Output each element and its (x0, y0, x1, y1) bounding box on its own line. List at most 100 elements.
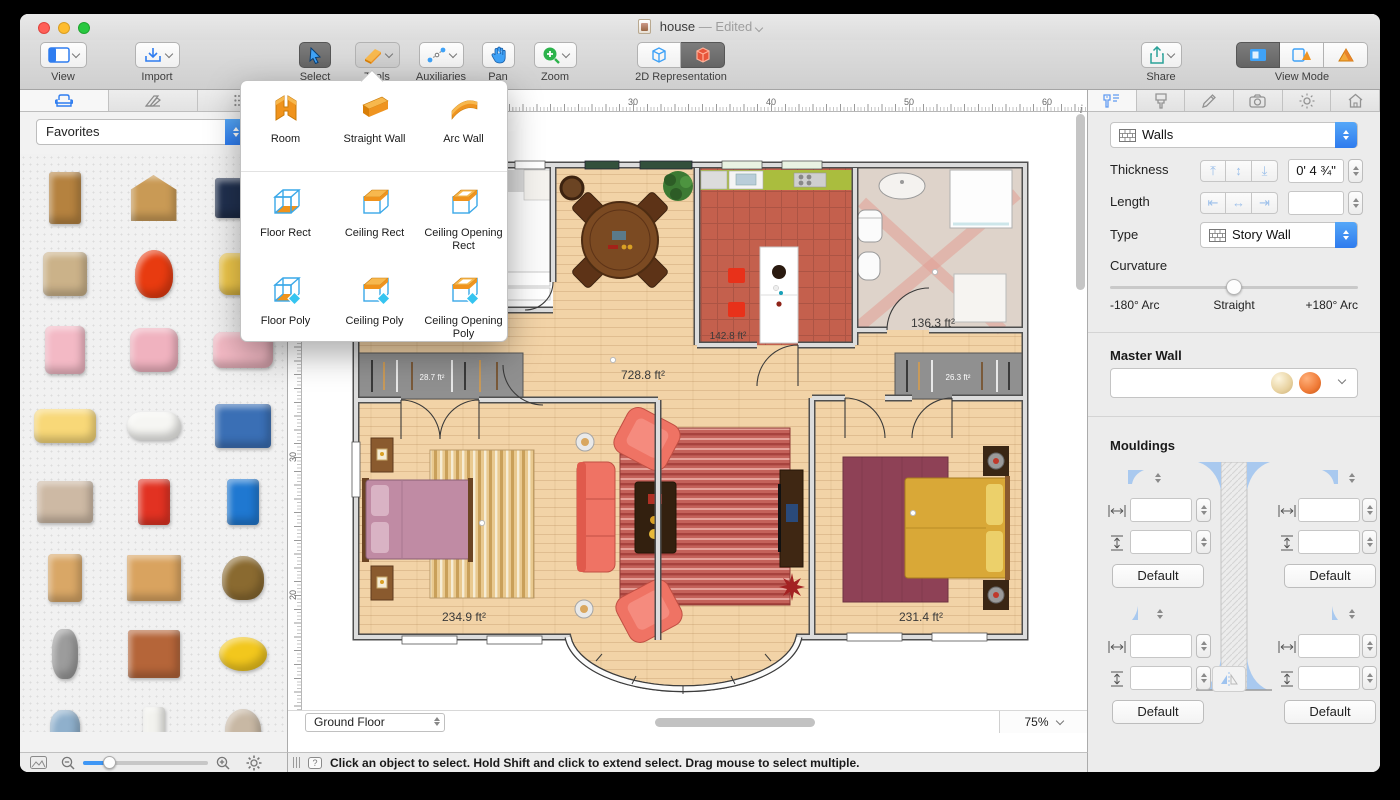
share-button[interactable] (1140, 42, 1182, 68)
library-item-chair-wood-pink[interactable] (20, 540, 109, 616)
tab-furniture[interactable] (20, 90, 109, 111)
mirror-moulding-button[interactable] (1212, 666, 1246, 692)
base-moulding-shape-left[interactable] (1130, 604, 1150, 622)
bar-stool[interactable] (728, 268, 745, 283)
gear-icon[interactable] (246, 755, 262, 771)
align-middle-button[interactable]: ↔ (1226, 192, 1252, 214)
drag-handle-icon[interactable] (293, 757, 300, 768)
base-moulding-shape-right[interactable] (1320, 604, 1340, 622)
representation-3d-button[interactable] (637, 42, 681, 68)
align-center-button[interactable]: ↕ (1226, 160, 1252, 182)
crown-right-width-stepper[interactable] (1362, 498, 1377, 522)
curvature-slider-thumb[interactable] (1226, 279, 1242, 295)
sofa[interactable] (576, 461, 616, 573)
wardrobe-right[interactable]: 26.3 ft² (894, 352, 1023, 400)
floor-lamp[interactable] (575, 432, 595, 452)
library-item-bonsai-tree[interactable] (198, 540, 287, 616)
tool-ceiling-poly[interactable]: Ceiling Poly (330, 273, 419, 328)
category-select[interactable]: Favorites (36, 119, 248, 145)
curvature-slider[interactable] (1110, 279, 1358, 295)
select-tool-button[interactable] (299, 42, 331, 68)
library-item-bed-double-gray[interactable] (20, 464, 109, 540)
bathroom-cabinet[interactable] (953, 273, 1007, 323)
plant[interactable] (663, 171, 693, 201)
base-right-height-field[interactable] (1298, 666, 1360, 690)
library-item-urn-blue[interactable] (20, 692, 109, 732)
align-left-button[interactable]: ⇤ (1200, 192, 1226, 214)
tool-room[interactable]: Room (241, 91, 330, 146)
planter[interactable] (559, 175, 585, 201)
crown-right-width-field[interactable] (1298, 498, 1360, 522)
base-left-height-stepper[interactable] (1196, 666, 1211, 690)
shower[interactable] (949, 169, 1013, 229)
tab-light[interactable] (1283, 90, 1332, 111)
crown-right-default-button[interactable]: Default (1284, 564, 1376, 588)
crown-left-height-stepper[interactable] (1196, 530, 1211, 554)
library-item-egg-chair[interactable] (109, 236, 198, 312)
library-item-chair-red[interactable] (109, 464, 198, 540)
library-item-shelving-unit[interactable] (109, 540, 198, 616)
library-item-fireplace[interactable] (109, 616, 198, 692)
viewmode-2d-button[interactable] (1236, 42, 1280, 68)
slider-thumb[interactable] (103, 755, 116, 769)
tool-ceiling-opening-poly[interactable]: Ceiling Opening Poly (419, 273, 508, 341)
crown-moulding-shape-right[interactable] (1320, 468, 1340, 486)
base-left-height-field[interactable] (1130, 666, 1192, 690)
library-item-vase-silver[interactable] (20, 616, 109, 692)
crown-right-height-stepper[interactable] (1362, 530, 1377, 554)
nightstand[interactable] (983, 580, 1009, 610)
tool-straight-wall[interactable]: Straight Wall (330, 91, 419, 146)
library-item-armchair-pink-metal[interactable] (20, 312, 109, 388)
tv-stand[interactable] (778, 469, 804, 568)
bed-left[interactable] (362, 478, 473, 562)
library-item-teapot-yellow[interactable] (198, 616, 287, 692)
length-align-buttons[interactable]: ⇤ ↔ ⇥ (1200, 192, 1278, 214)
zoom-level-select[interactable]: 75% (999, 711, 1087, 733)
horizontal-scrollbar[interactable] (655, 718, 815, 727)
walls-select-stepper[interactable] (1335, 122, 1357, 148)
crown-left-width-stepper[interactable] (1196, 498, 1211, 522)
library-item-wooden-door[interactable] (20, 160, 109, 236)
crown-right-height-field[interactable] (1298, 530, 1360, 554)
wall-type-select[interactable]: Story Wall (1200, 222, 1358, 248)
base-right-width-field[interactable] (1298, 634, 1360, 658)
viewmode-3d-button[interactable] (1324, 42, 1368, 68)
base-right-height-stepper[interactable] (1362, 666, 1377, 690)
floor-select[interactable]: Ground Floor (305, 713, 445, 732)
library-item-armchair-pink[interactable] (109, 312, 198, 388)
base-left-shape-stepper[interactable] (1152, 602, 1167, 626)
zoom-in-icon[interactable] (216, 756, 230, 770)
crown-left-shape-stepper[interactable] (1150, 466, 1165, 490)
base-left-width-stepper[interactable] (1196, 634, 1211, 658)
tab-materials[interactable] (109, 90, 198, 111)
tool-ceiling-opening-rect[interactable]: Ceiling Opening Rect (419, 185, 508, 253)
crown-left-width-field[interactable] (1130, 498, 1192, 522)
align-right-button[interactable]: ⇥ (1252, 192, 1278, 214)
library-item-corner-window[interactable] (109, 160, 198, 236)
align-top-button[interactable]: ⤒ (1200, 160, 1226, 182)
auxiliaries-button[interactable] (418, 42, 464, 68)
bathroom-sink[interactable] (878, 172, 926, 200)
library-item-bed-double-blue[interactable] (198, 388, 287, 464)
zoom-tool-button[interactable] (533, 42, 577, 68)
vertical-scrollbar[interactable] (1076, 114, 1085, 290)
viewmode-split-button[interactable] (1280, 42, 1324, 68)
library-item-floor-lamp-white[interactable] (109, 692, 198, 732)
nightstand[interactable] (370, 437, 394, 473)
tab-object-properties[interactable] (1088, 90, 1137, 111)
library-item-table-lamp[interactable] (198, 692, 287, 732)
crown-left-height-field[interactable] (1130, 530, 1192, 554)
tools-button[interactable] (354, 42, 400, 68)
library-item-wall-clock[interactable] (20, 236, 109, 312)
library-item-chair-blue[interactable] (198, 464, 287, 540)
zoom-out-icon[interactable] (61, 756, 75, 770)
preview-image-icon[interactable] (30, 756, 47, 769)
tool-arc-wall[interactable]: Arc Wall (419, 91, 508, 146)
floor-lamp[interactable] (574, 599, 594, 619)
library-item-bathtub[interactable] (109, 388, 198, 464)
crown-right-shape-stepper[interactable] (1344, 466, 1359, 490)
wall-type-stepper[interactable] (1335, 222, 1357, 248)
base-right-default-button[interactable]: Default (1284, 700, 1376, 724)
length-stepper[interactable] (1348, 191, 1363, 215)
import-button[interactable] (134, 42, 180, 68)
